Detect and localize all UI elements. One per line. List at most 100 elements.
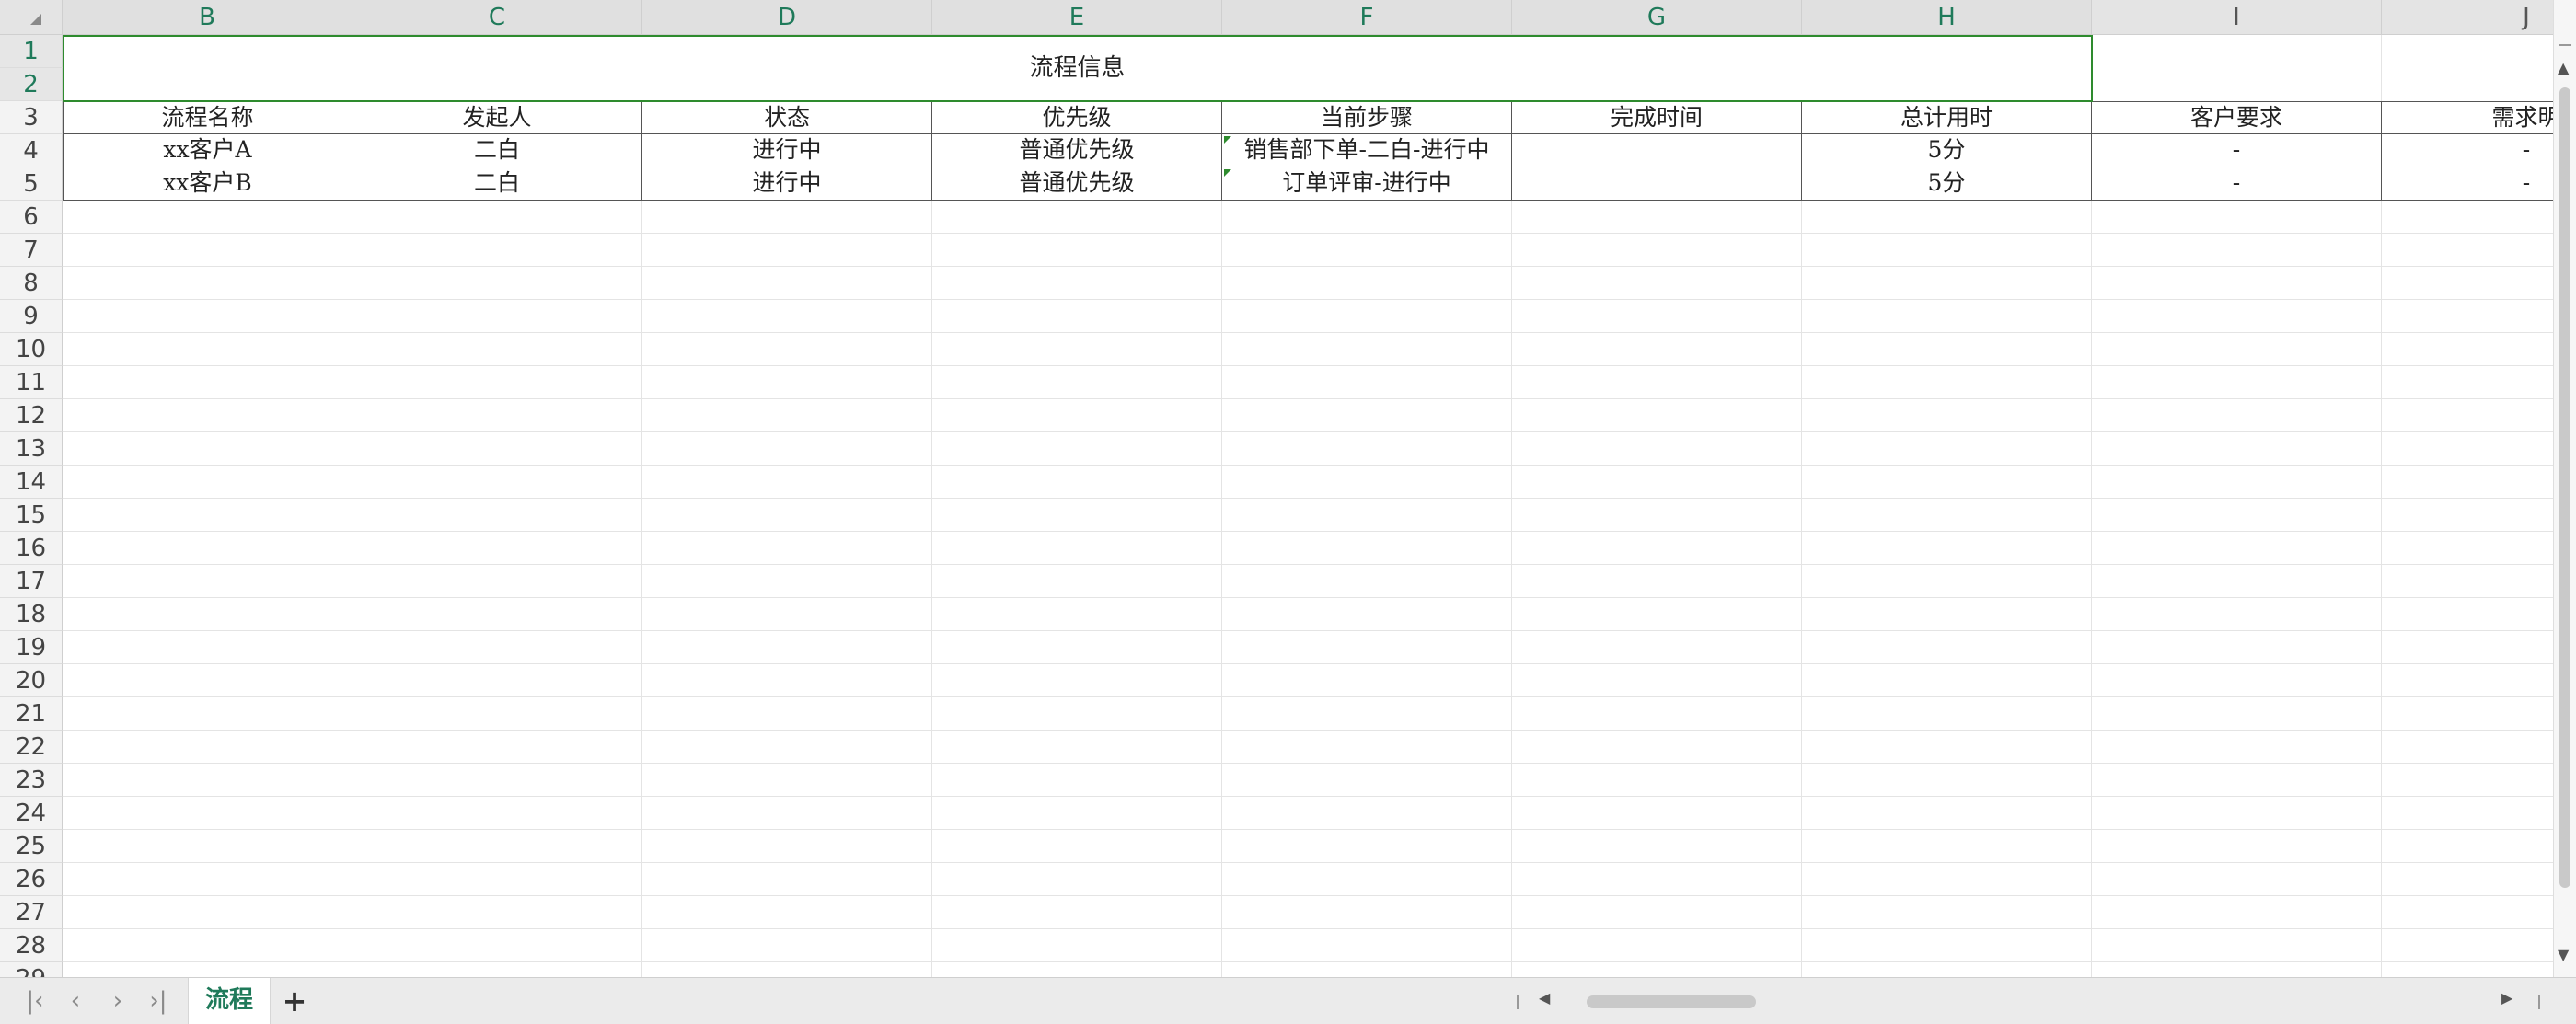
cell[interactable] bbox=[642, 300, 932, 333]
scroll-right-icon[interactable]: ▶ bbox=[2501, 989, 2512, 1007]
cell[interactable] bbox=[2382, 532, 2553, 565]
cell[interactable] bbox=[932, 598, 1222, 631]
cell[interactable] bbox=[352, 499, 642, 532]
cell[interactable] bbox=[932, 532, 1222, 565]
cell[interactable] bbox=[2092, 731, 2382, 764]
cell[interactable] bbox=[2382, 333, 2553, 366]
row-header-14[interactable]: 14 bbox=[0, 466, 63, 499]
cell[interactable] bbox=[352, 896, 642, 929]
cell[interactable] bbox=[2382, 399, 2553, 432]
cell[interactable] bbox=[2382, 432, 2553, 466]
cell[interactable] bbox=[2382, 929, 2553, 962]
cell[interactable] bbox=[352, 300, 642, 333]
cell[interactable] bbox=[1512, 697, 1802, 731]
cell[interactable] bbox=[1512, 201, 1802, 234]
cell[interactable] bbox=[352, 333, 642, 366]
data-cell[interactable]: - bbox=[2092, 167, 2382, 201]
cell[interactable] bbox=[1802, 697, 2092, 731]
cell[interactable] bbox=[1512, 565, 1802, 598]
cell[interactable] bbox=[1802, 863, 2092, 896]
cell[interactable] bbox=[1512, 598, 1802, 631]
vertical-scroll-thumb[interactable] bbox=[2559, 87, 2570, 888]
cell[interactable] bbox=[932, 466, 1222, 499]
cell[interactable] bbox=[932, 432, 1222, 466]
cell[interactable] bbox=[1222, 532, 1512, 565]
add-sheet-icon[interactable]: + bbox=[280, 985, 309, 1017]
cell[interactable] bbox=[1512, 896, 1802, 929]
cell[interactable] bbox=[932, 267, 1222, 300]
cell[interactable] bbox=[642, 929, 932, 962]
cell[interactable] bbox=[642, 830, 932, 863]
row-header-23[interactable]: 23 bbox=[0, 764, 63, 797]
row-header-7[interactable]: 7 bbox=[0, 234, 63, 267]
hscroll-split-icon[interactable] bbox=[1517, 995, 1519, 1009]
cell[interactable] bbox=[63, 697, 352, 731]
row-header-12[interactable]: 12 bbox=[0, 399, 63, 432]
cell[interactable] bbox=[2092, 68, 2382, 101]
row-header-3[interactable]: 3 bbox=[0, 101, 63, 134]
header-cell[interactable]: 流程名称 bbox=[63, 101, 352, 134]
cell[interactable] bbox=[1222, 797, 1512, 830]
cell[interactable] bbox=[1222, 863, 1512, 896]
cell[interactable] bbox=[63, 201, 352, 234]
cell[interactable] bbox=[352, 234, 642, 267]
cell[interactable] bbox=[2382, 731, 2553, 764]
data-cell[interactable]: 销售部下单-二白-进行中 bbox=[1222, 134, 1512, 167]
cell[interactable] bbox=[2382, 466, 2553, 499]
header-cell[interactable]: 客户要求 bbox=[2092, 101, 2382, 134]
header-cell[interactable]: 完成时间 bbox=[1512, 101, 1802, 134]
cell[interactable] bbox=[2382, 962, 2553, 977]
cell[interactable] bbox=[1222, 201, 1512, 234]
cell[interactable] bbox=[1512, 300, 1802, 333]
row-header-2[interactable]: 2 bbox=[0, 68, 63, 101]
cell[interactable] bbox=[1222, 333, 1512, 366]
cell[interactable] bbox=[2092, 267, 2382, 300]
cell[interactable] bbox=[352, 466, 642, 499]
cell[interactable] bbox=[63, 929, 352, 962]
cell[interactable] bbox=[1222, 929, 1512, 962]
cell[interactable] bbox=[1512, 929, 1802, 962]
select-all-corner[interactable] bbox=[0, 0, 63, 35]
cell[interactable] bbox=[1802, 267, 2092, 300]
cell[interactable] bbox=[932, 234, 1222, 267]
cell[interactable] bbox=[1222, 432, 1512, 466]
cell[interactable] bbox=[1512, 333, 1802, 366]
row-header-28[interactable]: 28 bbox=[0, 929, 63, 962]
cell[interactable] bbox=[2092, 598, 2382, 631]
cell[interactable] bbox=[2382, 697, 2553, 731]
cell[interactable] bbox=[352, 631, 642, 664]
cell[interactable] bbox=[1802, 565, 2092, 598]
cell[interactable] bbox=[1802, 929, 2092, 962]
row-header-17[interactable]: 17 bbox=[0, 565, 63, 598]
row-header-22[interactable]: 22 bbox=[0, 731, 63, 764]
cell[interactable] bbox=[1802, 797, 2092, 830]
cell[interactable] bbox=[2382, 830, 2553, 863]
cell[interactable] bbox=[63, 664, 352, 697]
cell[interactable] bbox=[63, 598, 352, 631]
cell[interactable] bbox=[642, 731, 932, 764]
cell[interactable] bbox=[1802, 300, 2092, 333]
cell[interactable] bbox=[63, 532, 352, 565]
cell[interactable] bbox=[642, 333, 932, 366]
header-cell[interactable]: 优先级 bbox=[932, 101, 1222, 134]
cell[interactable] bbox=[932, 664, 1222, 697]
cell[interactable] bbox=[1512, 366, 1802, 399]
cell[interactable] bbox=[352, 764, 642, 797]
cell[interactable] bbox=[1222, 399, 1512, 432]
row-header-21[interactable]: 21 bbox=[0, 697, 63, 731]
cell[interactable] bbox=[1512, 830, 1802, 863]
cell[interactable] bbox=[1222, 830, 1512, 863]
cell[interactable] bbox=[352, 532, 642, 565]
cell[interactable] bbox=[2092, 466, 2382, 499]
cell[interactable] bbox=[352, 432, 642, 466]
cell[interactable] bbox=[642, 565, 932, 598]
column-header-I[interactable]: I bbox=[2092, 0, 2382, 35]
cell[interactable] bbox=[932, 300, 1222, 333]
data-cell[interactable]: - bbox=[2092, 134, 2382, 167]
cell[interactable] bbox=[642, 664, 932, 697]
cell[interactable] bbox=[1222, 234, 1512, 267]
cell[interactable] bbox=[352, 929, 642, 962]
cell[interactable] bbox=[2092, 830, 2382, 863]
cell[interactable] bbox=[932, 830, 1222, 863]
cell[interactable] bbox=[1222, 896, 1512, 929]
